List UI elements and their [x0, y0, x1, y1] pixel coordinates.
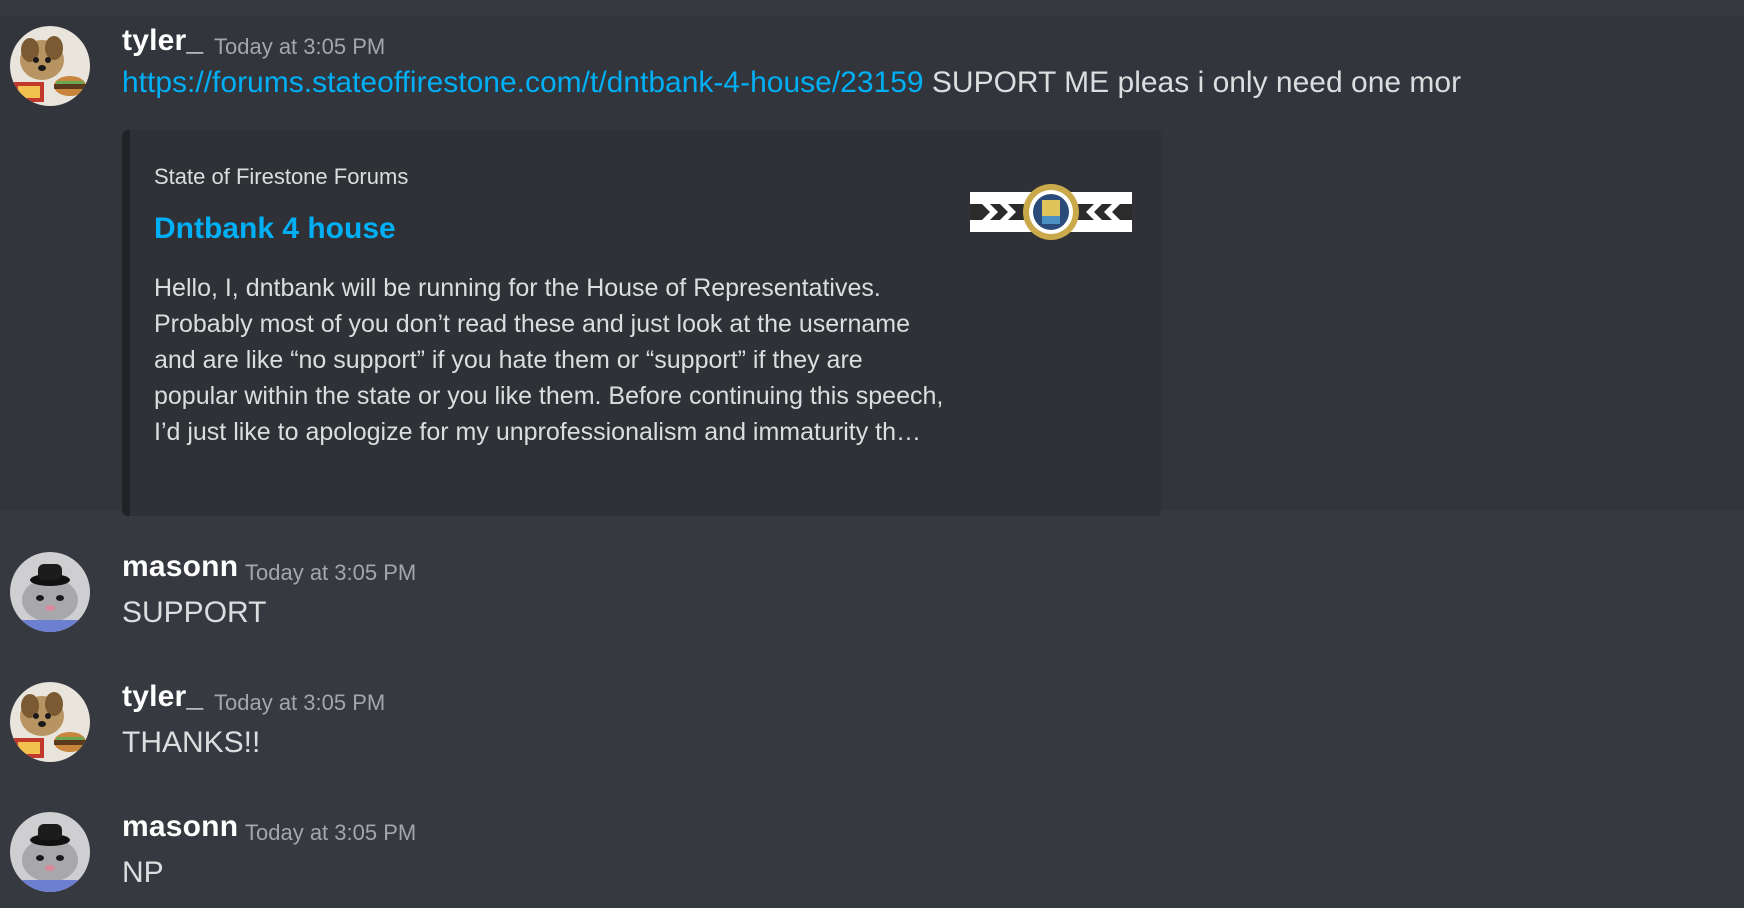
rat-with-hat-avatar-icon	[10, 812, 90, 892]
message-masonn-support: masonn Today at 3:05 PM SUPPORT	[0, 542, 1744, 652]
avatar-masonn[interactable]	[10, 552, 90, 632]
chat-message-list: tyler_ Today at 3:05 PM https://forums.s…	[0, 0, 1744, 908]
embed-description: Hello, I, dntbank will be running for th…	[154, 274, 944, 446]
embed-title[interactable]: Dntbank 4 house	[154, 212, 396, 246]
dog-avatar-icon	[10, 682, 90, 762]
avatar-tyler[interactable]	[10, 26, 90, 106]
message-content: SUPPORT	[122, 596, 267, 629]
rat-with-hat-avatar-icon	[10, 552, 90, 632]
timestamp: Today at 3:05 PM	[245, 820, 417, 845]
state-seal-banner-icon	[970, 184, 1132, 240]
link-embed: State of Firestone Forums Dntbank 4 hous…	[122, 130, 1162, 516]
message-content: https://forums.stateoffirestone.com/t/dn…	[122, 66, 1461, 100]
forum-link[interactable]: https://forums.stateoffirestone.com/t/dn…	[122, 66, 924, 99]
username[interactable]: tyler_	[122, 24, 203, 58]
username[interactable]: masonn	[122, 810, 238, 844]
username[interactable]: tyler_	[122, 680, 203, 714]
message-masonn-np: masonn Today at 3:05 PM NP	[0, 802, 1744, 908]
avatar-tyler[interactable]	[10, 682, 90, 762]
message-text: SUPORT ME pleas i only need one mor	[923, 66, 1462, 99]
message-content: NP	[122, 856, 164, 889]
message-tyler-link: tyler_ Today at 3:05 PM https://forums.s…	[0, 16, 1744, 516]
embed-provider[interactable]: State of Firestone Forums	[154, 164, 408, 190]
timestamp: Today at 3:05 PM	[214, 690, 386, 715]
message-tyler-thanks: tyler_ Today at 3:05 PM THANKS!!	[0, 672, 1744, 782]
avatar-masonn[interactable]	[10, 812, 90, 892]
message-content: THANKS!!	[122, 726, 261, 759]
dog-avatar-icon	[10, 26, 90, 106]
embed-thumbnail[interactable]	[970, 182, 1132, 246]
timestamp: Today at 3:05 PM	[245, 560, 417, 585]
timestamp: Today at 3:05 PM	[214, 34, 386, 59]
username[interactable]: masonn	[122, 550, 238, 584]
